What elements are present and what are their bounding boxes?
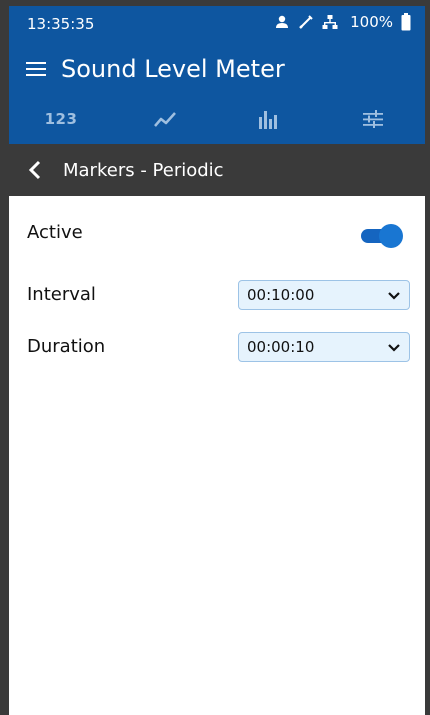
person-icon [276, 15, 289, 28]
tab-spectrum[interactable] [217, 94, 321, 144]
numbers-icon: 123 [44, 110, 78, 128]
bar-chart-icon [259, 111, 277, 129]
chevron-down-icon [388, 344, 400, 352]
section-title: Markers - Periodic [63, 160, 224, 181]
battery-percent: 100% [350, 13, 393, 31]
setting-row-interval: Interval 00:10:00 [9, 274, 425, 314]
back-chevron-icon[interactable] [23, 158, 47, 182]
setting-row-duration: Duration 00:00:10 [9, 326, 425, 366]
tab-numeric[interactable]: 123 [9, 94, 113, 144]
tab-trend[interactable] [113, 94, 217, 144]
status-time: 13:35:35 [27, 15, 95, 33]
status-icons: 100% [274, 13, 411, 31]
hamburger-menu-icon[interactable] [24, 57, 48, 81]
duration-select[interactable]: 00:00:10 [238, 332, 410, 362]
device-frame-left [0, 0, 9, 715]
active-toggle[interactable] [359, 224, 403, 248]
device-frame-right [425, 0, 430, 715]
interval-value: 00:10:00 [247, 286, 315, 304]
active-label: Active [27, 222, 83, 243]
chevron-down-icon [388, 292, 400, 300]
section-header: Markers - Periodic [9, 144, 425, 196]
setting-row-active: Active [9, 212, 425, 252]
app-bar: Sound Level Meter [9, 44, 425, 94]
duration-label: Duration [27, 336, 106, 357]
duration-value: 00:00:10 [247, 338, 315, 356]
network-icon [322, 15, 338, 29]
app-screen: 13:35:35 100% Sound Level Meter 123 Mark… [9, 6, 425, 715]
trend-line-icon [154, 112, 176, 127]
sliders-icon [363, 110, 383, 128]
tab-settings[interactable] [321, 94, 425, 144]
toggle-knob [379, 224, 403, 248]
tab-bar: 123 [9, 94, 425, 144]
app-title: Sound Level Meter [61, 55, 285, 83]
interval-select[interactable]: 00:10:00 [238, 280, 410, 310]
status-bar: 13:35:35 100% [9, 6, 425, 44]
battery-icon [401, 13, 411, 31]
ruler-pen-icon [299, 15, 313, 29]
interval-label: Interval [27, 284, 96, 305]
